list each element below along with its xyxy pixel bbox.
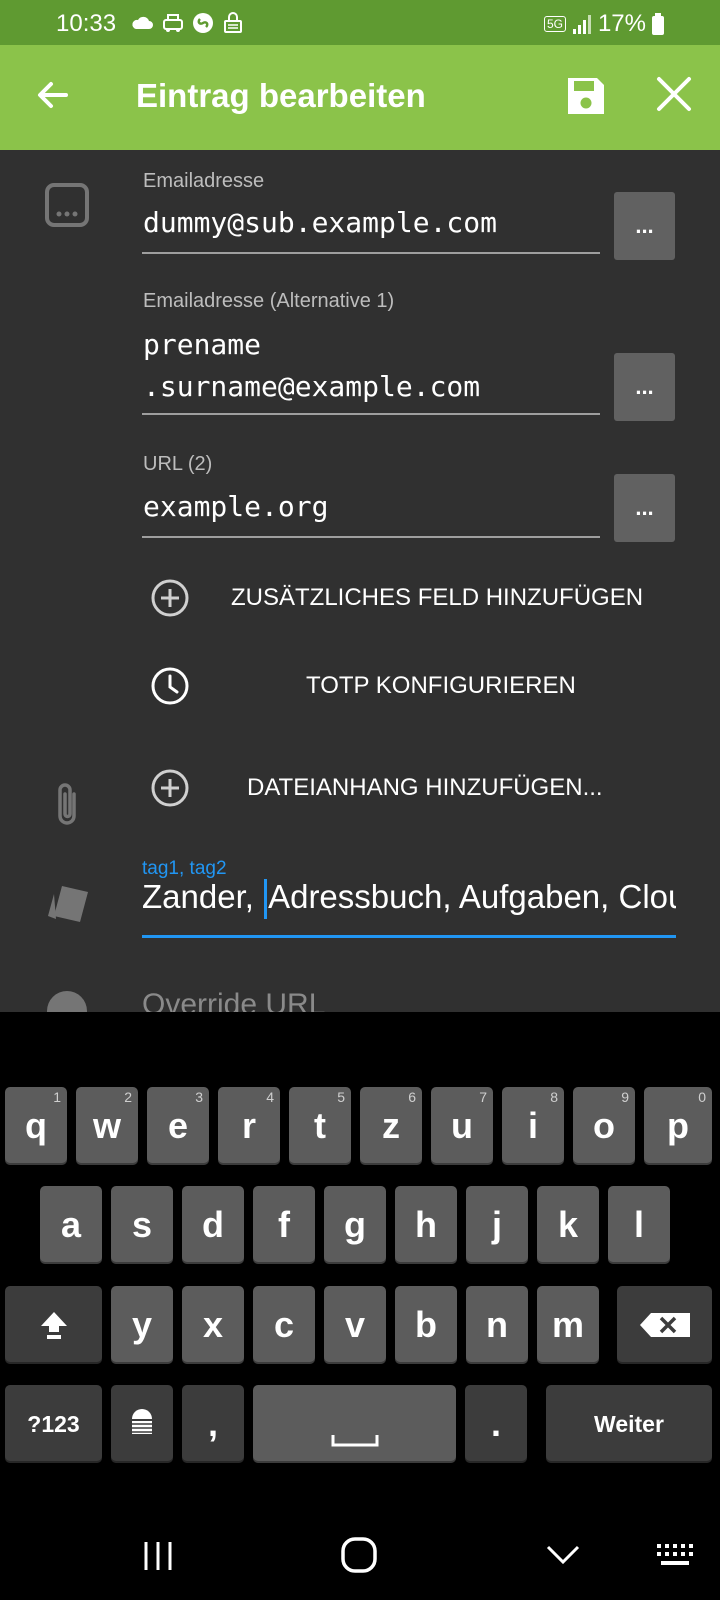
key-k[interactable]: k: [537, 1186, 599, 1264]
add-attachment-button[interactable]: DATEIANHANG HINZUFÜGEN...: [150, 768, 603, 808]
symbols-key[interactable]: ?123: [5, 1385, 102, 1463]
space-icon: [331, 1435, 378, 1447]
comma-key[interactable]: ,: [182, 1385, 244, 1463]
key-e[interactable]: e3: [147, 1087, 209, 1165]
url-field[interactable]: example.org: [143, 486, 328, 528]
save-icon[interactable]: [565, 75, 607, 117]
key-g[interactable]: g: [324, 1186, 386, 1264]
shift-key[interactable]: [5, 1286, 102, 1364]
key-s[interactable]: s: [111, 1186, 173, 1264]
add-field-label: ZUSÄTZLICHES FELD HINZUFÜGEN: [231, 584, 644, 611]
battery-icon: [652, 13, 664, 35]
tags-icon: [48, 886, 88, 922]
tags-input-underline: [142, 935, 676, 938]
link-icon: [47, 991, 87, 1012]
field-label-email-alt: Emailadresse (Alternative 1): [143, 290, 395, 312]
navigation-bar: [0, 1512, 720, 1600]
key-x[interactable]: x: [182, 1286, 244, 1364]
key-q[interactable]: q1: [5, 1087, 67, 1165]
override-url-label: Override URL: [142, 988, 326, 1012]
email-alt-line1: prename: [143, 328, 262, 361]
key-l[interactable]: l: [608, 1186, 670, 1264]
email-field-options-button[interactable]: ...: [614, 192, 675, 260]
add-attachment-label: DATEIANHANG HINZUFÜGEN...: [247, 774, 603, 801]
key-o[interactable]: o9: [573, 1087, 635, 1165]
keyboard-lock-icon: [224, 12, 242, 33]
key-n[interactable]: n: [466, 1286, 528, 1364]
home-icon[interactable]: [340, 1536, 378, 1574]
key-y[interactable]: y: [111, 1286, 173, 1364]
status-right: 5G 17%: [543, 10, 664, 38]
tags-hint: tag1, tag2: [142, 858, 227, 879]
key-w[interactable]: w2: [76, 1087, 138, 1165]
page-title: Eintrag bearbeiten: [136, 77, 426, 114]
field-label-url: URL (2): [143, 453, 213, 475]
keyboard-settings-key[interactable]: [111, 1385, 173, 1463]
field-label-email: Emailadresse: [143, 170, 265, 192]
totp-label: TOTP KONFIGURIEREN: [306, 672, 576, 699]
key-b[interactable]: b: [395, 1286, 457, 1364]
tags-input[interactable]: Zander, Adressbuch, Aufgaben, Clou: [142, 878, 676, 920]
key-f[interactable]: f: [253, 1186, 315, 1264]
shazam-icon: [193, 13, 213, 33]
url-field-options-button[interactable]: ...: [614, 474, 675, 542]
key-u[interactable]: u7: [431, 1087, 493, 1165]
text-cursor: [264, 879, 268, 920]
battery-percent: 17%: [597, 10, 646, 37]
url-field-underline: [142, 536, 600, 538]
backspace-key[interactable]: [617, 1286, 712, 1364]
enter-key[interactable]: Weiter: [546, 1385, 712, 1463]
key-c[interactable]: c: [253, 1286, 315, 1364]
key-v[interactable]: v: [324, 1286, 386, 1364]
key-a[interactable]: a: [40, 1186, 102, 1264]
status-bar: 10:33 5G 17%: [0, 0, 720, 45]
hide-keyboard-icon[interactable]: [545, 1544, 581, 1566]
android-icon: [132, 1409, 152, 1434]
add-circle-icon: [151, 769, 189, 807]
backspace-icon: [639, 1313, 690, 1337]
shift-icon: [40, 1312, 67, 1339]
attachment-icon: [58, 783, 76, 825]
entry-form: Emailadresse dummy@sub.example.com ... E…: [0, 150, 720, 1012]
key-d[interactable]: d: [182, 1186, 244, 1264]
keyboard: q1 w2 e3 r4 t5 z6 u7 i8 o9 p0 a s d f g …: [0, 1012, 720, 1512]
email-field[interactable]: dummy@sub.example.com: [143, 202, 497, 244]
status-time: 10:33: [56, 10, 117, 37]
tags-text-before-cursor: Zander,: [142, 878, 264, 915]
totp-button[interactable]: TOTP KONFIGURIEREN: [150, 666, 576, 706]
custom-fields-icon: [45, 183, 89, 227]
tags-text-after-cursor: Adressbuch, Aufgaben, Clou: [268, 878, 676, 915]
keyboard-switch-icon[interactable]: [655, 1542, 695, 1568]
network-5g-icon: 5G: [543, 16, 566, 32]
email-field-underline: [142, 252, 600, 254]
space-key[interactable]: [253, 1385, 456, 1463]
key-z[interactable]: z6: [360, 1087, 422, 1165]
email-alt-field-options-button[interactable]: ...: [614, 353, 675, 421]
clock-icon: [151, 667, 189, 705]
back-arrow-icon[interactable]: [32, 75, 72, 115]
email-alt-field[interactable]: prename .surname@example.com: [143, 324, 480, 408]
key-m[interactable]: m: [537, 1286, 599, 1364]
app-bar: Eintrag bearbeiten: [0, 45, 720, 150]
add-field-button[interactable]: ZUSÄTZLICHES FELD HINZUFÜGEN: [150, 578, 643, 618]
add-circle-icon: [151, 579, 189, 617]
key-r[interactable]: r4: [218, 1087, 280, 1165]
key-h[interactable]: h: [395, 1186, 457, 1264]
key-j[interactable]: j: [466, 1186, 528, 1264]
cloud-icon: [132, 16, 153, 29]
taxi-icon: [163, 14, 183, 32]
close-icon[interactable]: [655, 75, 693, 113]
key-i[interactable]: i8: [502, 1087, 564, 1165]
email-alt-line2: .surname@example.com: [143, 370, 481, 403]
key-t[interactable]: t5: [289, 1087, 351, 1165]
period-key[interactable]: .: [465, 1385, 527, 1463]
email-alt-field-underline: [142, 413, 600, 415]
key-p[interactable]: p0: [644, 1087, 712, 1165]
notification-icons: [130, 12, 244, 34]
recent-apps-icon[interactable]: [141, 1540, 175, 1572]
signal-icon: [572, 15, 591, 34]
